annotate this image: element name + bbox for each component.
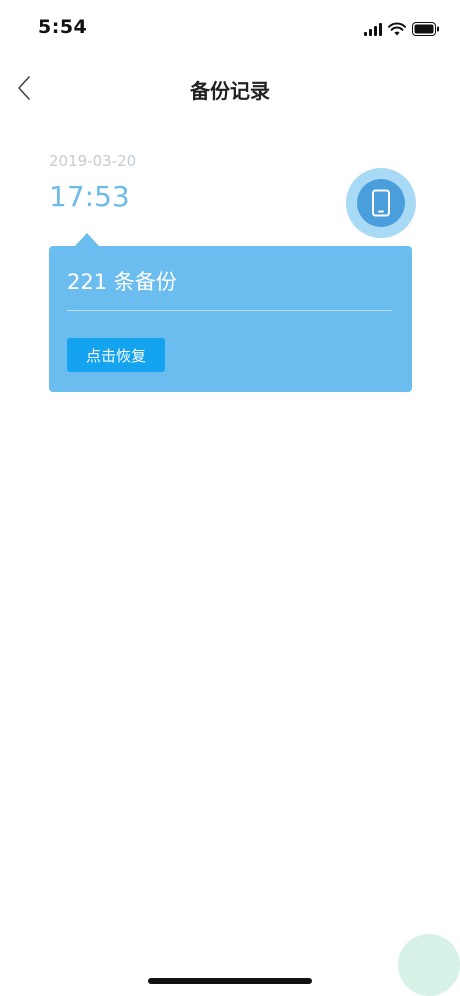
nav-bar: 备份记录 [0,60,460,118]
device-badge [346,168,416,238]
signal-icon [364,22,382,36]
restore-button[interactable]: 点击恢复 [67,338,165,372]
status-time: 5:54 [38,16,88,38]
floating-action-button[interactable] [398,934,460,996]
page-title: 备份记录 [190,79,270,103]
battery-icon [412,22,439,36]
record-date: 2019-03-20 [49,152,137,170]
home-indicator [148,978,312,984]
status-icons [364,20,440,38]
card-divider [67,310,392,311]
backup-card: 221 条备份 点击恢复 [49,246,412,392]
card-pointer [75,233,99,246]
backup-count: 221 条备份 [67,270,177,294]
wifi-icon [388,22,406,36]
record-time: 17:53 [49,180,130,213]
status-bar: 5:54 [0,0,460,58]
phone-icon [372,189,390,217]
